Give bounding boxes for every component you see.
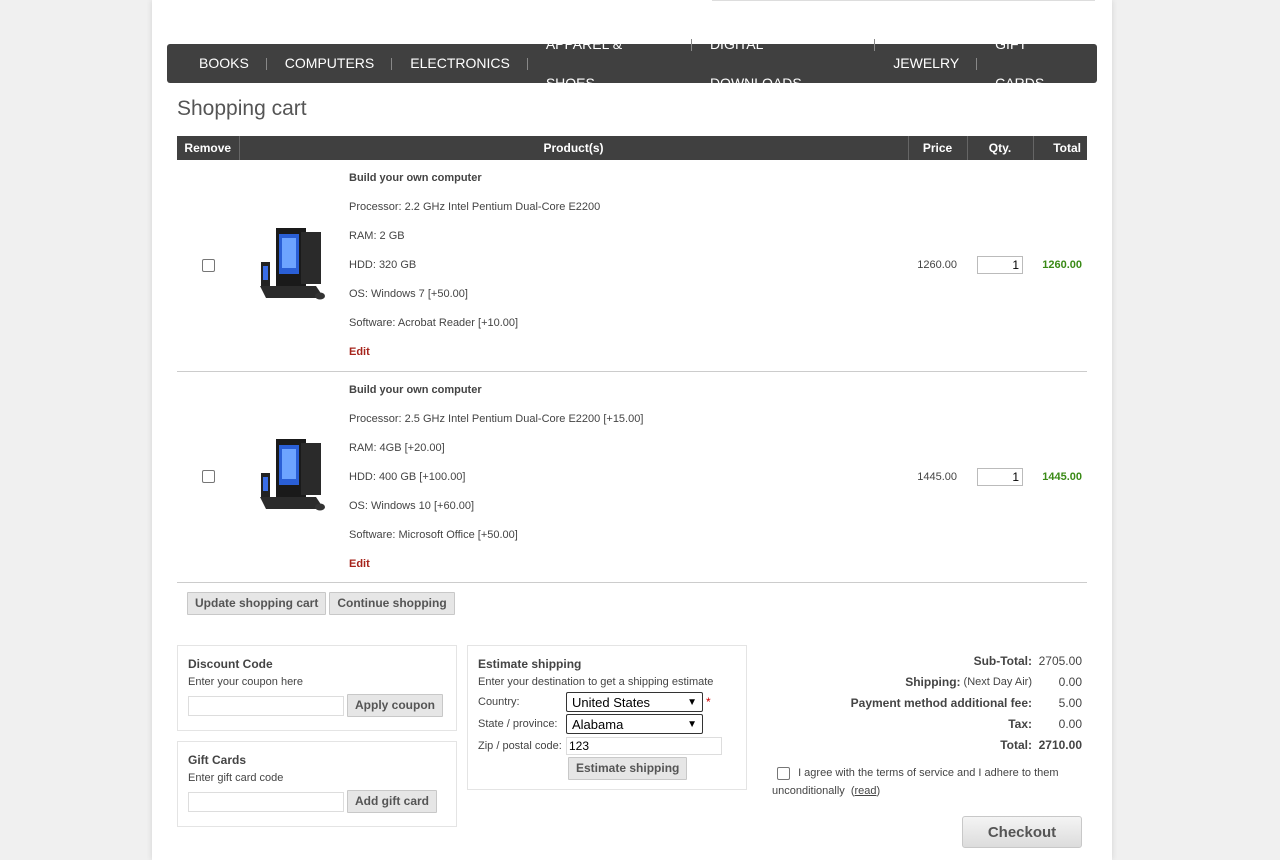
header-total: Total [1033, 136, 1087, 160]
cart-row: Build your own computer Processor: 2.2 G… [177, 160, 1087, 372]
update-cart-button[interactable]: Update shopping cart [187, 592, 327, 615]
chevron-down-icon: ▼ [687, 718, 697, 730]
top-menu: BOOKS COMPUTERS ELECTRONICS APPAREL & SH… [167, 36, 1097, 91]
product-attribute: RAM: 2 GB [349, 230, 405, 243]
product-details: Build your own computer Processor: 2.5 G… [349, 371, 908, 583]
subtotal-label: Sub-Total: [973, 653, 1032, 668]
country-label: Country: [478, 696, 520, 708]
edit-link[interactable]: Edit [349, 346, 907, 358]
tax-value: 0.00 [1058, 716, 1082, 731]
menu-item-digital-downloads[interactable]: DIGITAL DOWNLOADS [692, 25, 876, 103]
giftcard-box: Gift Cards Enter gift card code Add gift… [177, 741, 457, 827]
header-price: Price [908, 136, 968, 160]
product-attribute: OS: Windows 7 [+50.00] [349, 288, 468, 301]
product-name[interactable]: Build your own computer [349, 172, 907, 184]
product-attribute: Processor: 2.5 GHz Intel Pentium Dual-Co… [349, 412, 644, 425]
product-attribute: OS: Windows 10 [+60.00] [349, 499, 475, 512]
terms-checkbox[interactable] [777, 766, 790, 780]
shipping-hint: Enter your destination to get a shipping… [478, 676, 714, 688]
unit-price: 1445.00 [908, 371, 967, 583]
state-label: State / province: [478, 718, 558, 730]
product-attribute: Software: Acrobat Reader [+10.00] [349, 317, 519, 330]
unit-price: 1260.00 [908, 160, 967, 372]
terms-paren-close: ) [876, 785, 881, 797]
page-container: BOOKS COMPUTERS ELECTRONICS APPAREL & SH… [152, 0, 1112, 860]
product-computer-image[interactable] [258, 435, 330, 515]
coupon-input[interactable] [188, 695, 344, 716]
remove-checkbox[interactable] [201, 470, 215, 483]
country-select[interactable]: United States ▼ [566, 692, 703, 712]
discount-title: Discount Code [188, 657, 273, 671]
terms-text: I agree with the terms of service and I … [772, 767, 1059, 797]
payment-fee-label: Payment method additional fee: [850, 695, 1032, 710]
cart-table: Remove Product(s) Price Qty. Total Build… [177, 136, 1087, 583]
chevron-down-icon: ▼ [687, 696, 697, 708]
product-computer-image[interactable] [258, 224, 330, 304]
zip-input[interactable]: 123 [566, 736, 722, 755]
remove-checkbox[interactable] [201, 258, 215, 272]
shipping-box: Estimate shipping Enter your destination… [467, 645, 747, 790]
giftcard-input[interactable] [188, 791, 344, 812]
order-total-label: Total: [1000, 737, 1032, 752]
zip-label: Zip / postal code: [478, 739, 562, 752]
checkout-button[interactable]: Checkout [962, 816, 1082, 848]
menu-item-gift-cards[interactable]: GIFT CARDS [977, 25, 1097, 103]
required-marker: * [706, 695, 711, 709]
order-total-value: 2710.00 [1038, 737, 1082, 752]
header-remove: Remove [177, 136, 240, 160]
shipping-value: 0.00 [1058, 674, 1082, 689]
discount-box: Discount Code Enter your coupon here App… [177, 645, 457, 731]
cart-buttons: Update shopping cart Continue shopping [187, 592, 455, 615]
product-name[interactable]: Build your own computer [349, 384, 907, 396]
quantity-input[interactable]: 1 [977, 467, 1023, 486]
country-value: United States [572, 694, 651, 710]
menu-item-computers[interactable]: COMPUTERS [267, 44, 393, 83]
product-attribute: Processor: 2.2 GHz Intel Pentium Dual-Co… [349, 201, 601, 214]
state-value: Alabama [572, 716, 624, 732]
menu-item-apparel-shoes[interactable]: APPAREL & SHOES [528, 25, 693, 103]
cart-row: Build your own computer Processor: 2.5 G… [177, 371, 1087, 583]
terms-of-service: I agree with the terms of service and I … [772, 764, 1082, 800]
header-divider [712, 0, 1095, 1]
product-details: Build your own computer Processor: 2.2 G… [349, 160, 908, 372]
tax-label: Tax: [1008, 716, 1032, 731]
continue-shopping-button[interactable]: Continue shopping [329, 592, 455, 615]
product-attribute: RAM: 4GB [+20.00] [349, 441, 445, 454]
cart-header-row: Remove Product(s) Price Qty. Total [177, 136, 1087, 160]
menu-item-books[interactable]: BOOKS [181, 44, 267, 83]
page-title: Shopping cart [177, 97, 307, 120]
quantity-input[interactable]: 1 [977, 256, 1023, 275]
header-products: Product(s) [239, 136, 909, 160]
product-attribute: HDD: 320 GB [349, 259, 417, 272]
line-total: 1445.00 [1033, 371, 1087, 583]
subtotal-value: 2705.00 [1038, 653, 1082, 668]
menu-item-jewelry[interactable]: JEWELRY [875, 44, 978, 83]
edit-link[interactable]: Edit [349, 558, 907, 570]
order-totals: Sub-Total: 2705.00 Shipping: (Next Day A… [772, 650, 1082, 755]
giftcard-title: Gift Cards [188, 753, 247, 767]
giftcard-hint: Enter gift card code [188, 772, 284, 784]
shipping-label: Shipping: [905, 674, 961, 689]
apply-coupon-button[interactable]: Apply coupon [347, 694, 443, 717]
menu-item-electronics[interactable]: ELECTRONICS [392, 44, 528, 83]
product-attribute: Software: Microsoft Office [+50.00] [349, 528, 518, 541]
payment-fee-value: 5.00 [1058, 695, 1082, 710]
header-qty: Qty. [967, 136, 1034, 160]
estimate-shipping-button[interactable]: Estimate shipping [568, 757, 688, 780]
shipping-title: Estimate shipping [478, 657, 582, 671]
add-gift-card-button[interactable]: Add gift card [347, 790, 437, 813]
state-select[interactable]: Alabama ▼ [566, 714, 703, 734]
shipping-method: (Next Day Air) [963, 675, 1032, 688]
line-total: 1260.00 [1033, 160, 1087, 372]
terms-read-link[interactable]: read [855, 785, 877, 797]
discount-hint: Enter your coupon here [188, 676, 303, 688]
product-attribute: HDD: 400 GB [+100.00] [349, 470, 466, 483]
